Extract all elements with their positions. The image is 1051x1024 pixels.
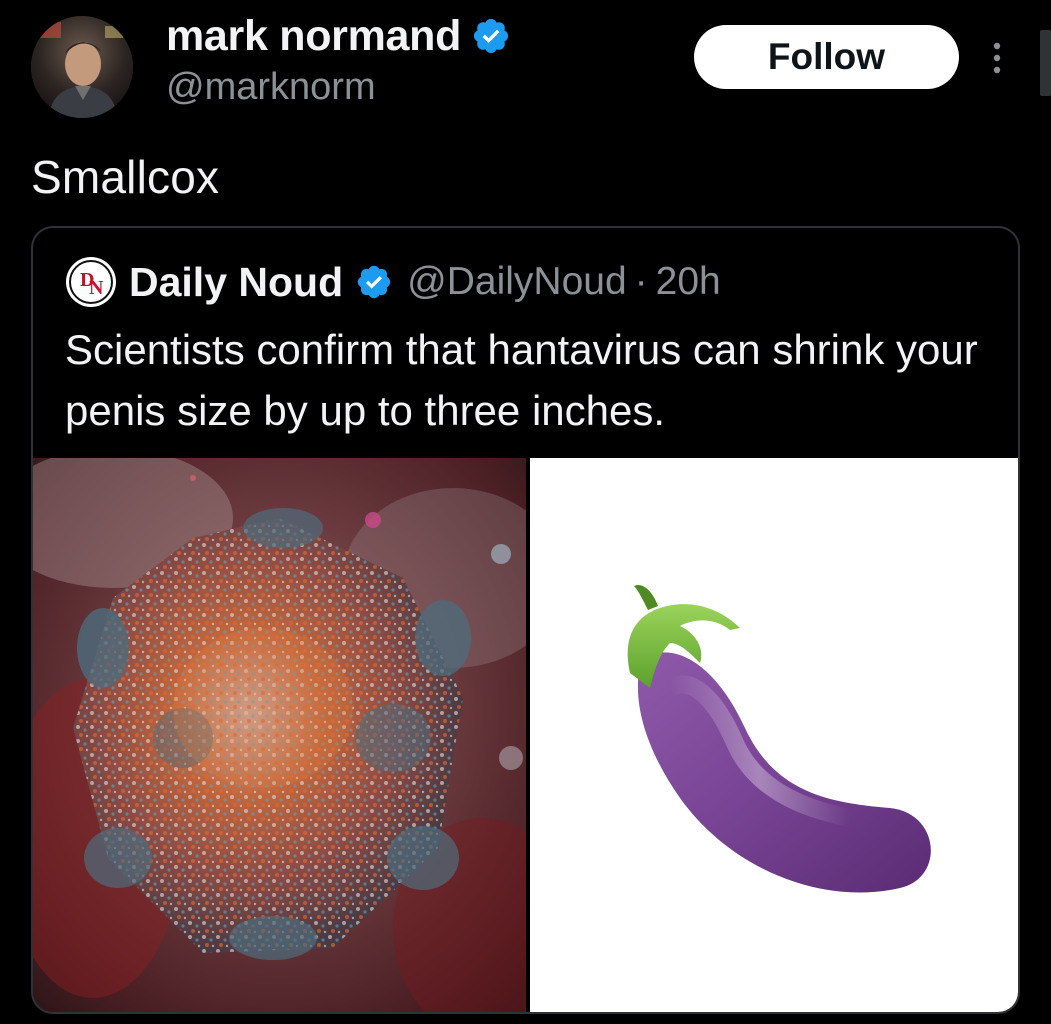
quote-timestamp[interactable]: 20h — [656, 260, 721, 304]
quoted-post[interactable]: D N Daily Noud @DailyNoud · 20h Scientis… — [31, 226, 1020, 1014]
quote-text: Scientists confirm that hantavirus can s… — [65, 326, 978, 434]
scrollbar[interactable] — [1040, 30, 1051, 96]
separator-dot: · — [634, 260, 648, 303]
virus-illustration — [33, 458, 526, 1012]
more-options-button[interactable] — [980, 36, 1014, 80]
post-text: Smallcox — [31, 151, 220, 203]
media-image-hantavirus[interactable] — [33, 458, 526, 1012]
quote-author-handle[interactable]: @DailyNoud — [407, 260, 627, 304]
quote-avatar[interactable]: D N — [65, 256, 117, 308]
author-name[interactable]: mark normand — [166, 12, 461, 61]
verified-badge-icon — [357, 265, 391, 299]
media-image-eggplant[interactable] — [530, 458, 1018, 1012]
avatar[interactable] — [31, 16, 133, 118]
follow-button[interactable]: Follow — [694, 25, 959, 89]
avatar-image — [31, 16, 133, 118]
more-vertical-icon — [993, 42, 1001, 74]
quote-author-name[interactable]: Daily Noud — [129, 259, 343, 306]
author-handle[interactable]: @marknorm — [166, 66, 376, 109]
verified-badge-icon — [474, 18, 509, 54]
svg-text:N: N — [89, 277, 104, 299]
eggplant-icon — [627, 584, 931, 893]
